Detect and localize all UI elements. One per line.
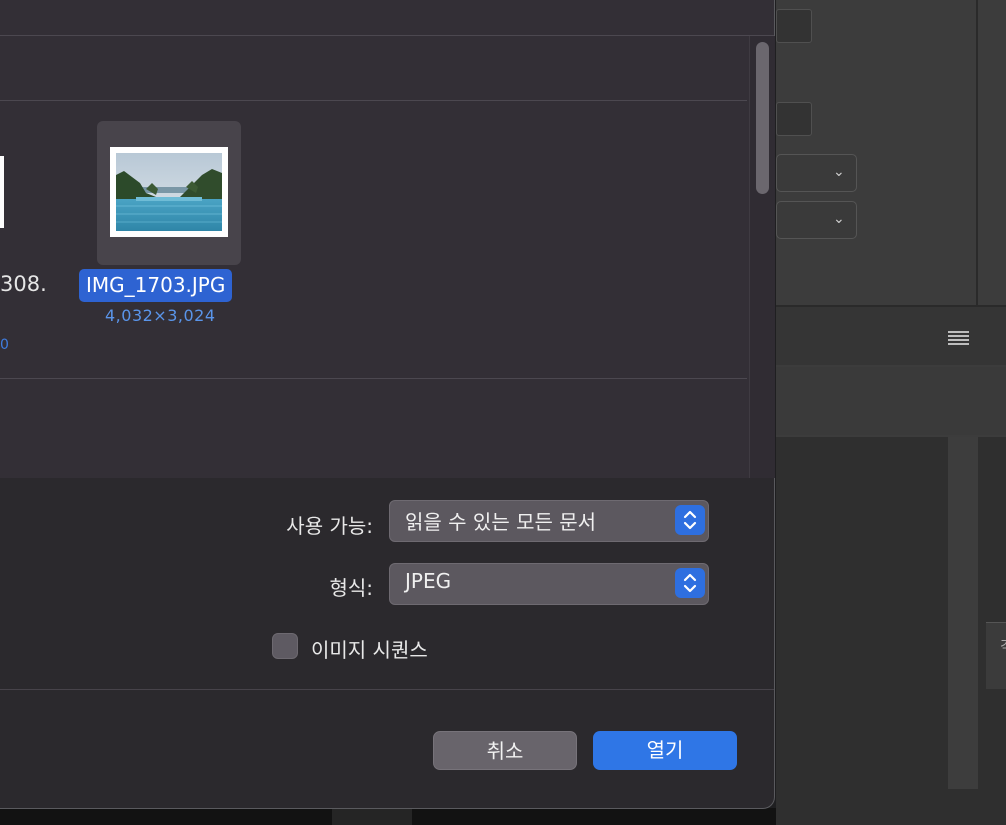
panel-menu-icon[interactable] [948, 331, 969, 345]
photo-thumbnail-image [116, 153, 222, 231]
divider [0, 35, 774, 36]
background-scrollbar[interactable] [948, 437, 978, 789]
format-popup[interactable]: JPEG [389, 563, 709, 605]
chevron-down-icon: ⌄ [833, 211, 845, 227]
image-sequence-label[interactable]: 이미지 시퀀스 [311, 634, 428, 663]
background-panel-header [776, 307, 1006, 365]
enable-label: 사용 가능: [286, 514, 373, 538]
background-select-2[interactable]: ⌄ [776, 201, 857, 239]
divider [0, 689, 774, 690]
background-field-1[interactable] [776, 9, 812, 43]
file-dimensions: 4,032×3,024 [105, 306, 216, 325]
enable-popup[interactable]: 읽을 수 있는 모든 문서 [389, 500, 709, 542]
background-select-1[interactable]: ⌄ [776, 154, 857, 192]
up-down-chevron-icon [675, 568, 705, 598]
background-tab-label: 격 [1000, 636, 1006, 656]
background-bottom-strip [332, 808, 412, 825]
file-thumbnail[interactable] [0, 156, 4, 228]
file-name[interactable]: 308. [0, 272, 47, 296]
scrollbar-thumb[interactable] [756, 42, 769, 194]
file-dimensions: 0 [0, 337, 9, 353]
selected-file-name[interactable]: IMG_1703.JPG [79, 269, 233, 302]
background-panel-row [776, 367, 1006, 435]
format-label: 형식: [329, 576, 373, 600]
up-down-chevron-icon [675, 505, 705, 535]
background-divider [976, 0, 978, 305]
background-field-2[interactable] [776, 102, 812, 136]
image-sequence-checkbox[interactable] [272, 633, 298, 659]
divider [0, 100, 747, 101]
divider [0, 378, 747, 379]
format-popup-value: JPEG [405, 569, 452, 593]
enable-popup-value: 읽을 수 있는 모든 문서 [405, 510, 597, 534]
open-button[interactable]: 열기 [593, 731, 737, 770]
cancel-button[interactable]: 취소 [433, 731, 577, 770]
chevron-down-icon: ⌄ [833, 164, 845, 180]
